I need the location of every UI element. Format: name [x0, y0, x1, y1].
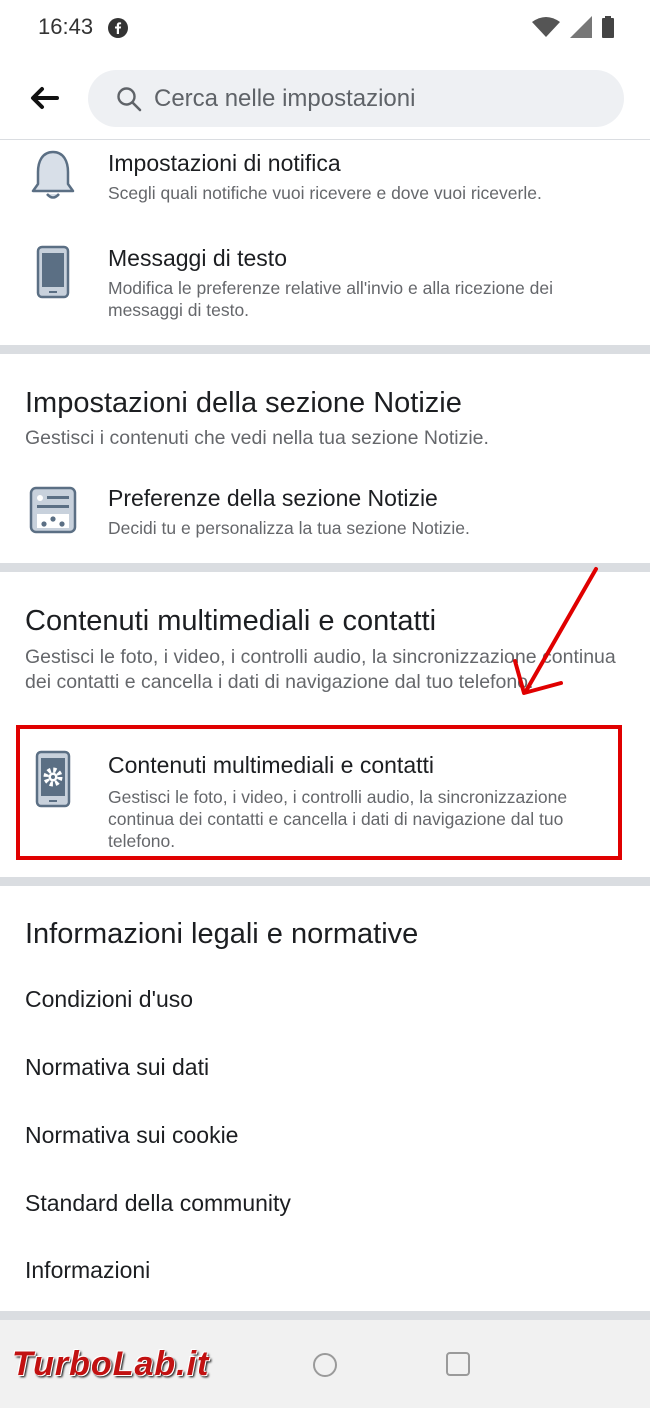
text-messages-item[interactable]: Messaggi di testo Modifica le preferenze…	[0, 235, 650, 335]
section-divider	[0, 1311, 650, 1320]
wifi-icon	[532, 17, 560, 37]
news-section-desc: Gestisci i contenuti che vedi nella tua …	[25, 427, 489, 449]
home-button[interactable]	[313, 1353, 337, 1377]
media-section-title: Contenuti multimediali e contatti	[25, 605, 437, 637]
news-preferences-title: Preferenze della sezione Notizie	[108, 485, 438, 511]
watermark: TurboLab.it	[12, 1345, 210, 1383]
annotation-highlight-box	[16, 725, 622, 860]
text-messages-desc: Modifica le preferenze relative all'invi…	[108, 278, 553, 320]
search-placeholder: Cerca nelle impostazioni	[154, 84, 416, 112]
news-preferences-icon	[26, 483, 80, 537]
text-messages-title: Messaggi di testo	[108, 245, 287, 271]
signal-icon	[570, 16, 592, 38]
back-arrow-icon	[31, 87, 59, 109]
recent-apps-button[interactable]	[446, 1352, 470, 1376]
bell-icon	[26, 148, 80, 202]
news-section-title: Impostazioni della sezione Notizie	[25, 387, 462, 419]
phone-icon	[26, 245, 80, 299]
notification-settings-title: Impostazioni di notifica	[108, 150, 341, 176]
legal-item-terms[interactable]: Condizioni d'uso	[25, 986, 193, 1013]
annotation-arrow-icon	[513, 567, 598, 695]
legal-section-title: Informazioni legali e normative	[25, 918, 419, 950]
notification-settings-desc: Scegli quali notifiche vuoi ricevere e d…	[108, 183, 542, 203]
search-input[interactable]: Cerca nelle impostazioni	[88, 70, 624, 127]
notification-settings-item[interactable]: Impostazioni di notifica Scegli quali no…	[0, 140, 650, 230]
facebook-icon	[108, 18, 128, 38]
battery-icon	[602, 16, 614, 38]
news-preferences-item[interactable]: Preferenze della sezione Notizie Decidi …	[0, 475, 650, 555]
status-icons	[532, 16, 614, 38]
section-divider	[0, 877, 650, 886]
section-divider	[0, 345, 650, 354]
status-time: 16:43	[38, 14, 94, 39]
legal-item-data-policy[interactable]: Normativa sui dati	[25, 1054, 209, 1081]
search-icon	[117, 86, 142, 111]
legal-item-about[interactable]: Informazioni	[25, 1257, 150, 1284]
legal-item-community-standards[interactable]: Standard della community	[25, 1190, 291, 1217]
back-button[interactable]	[22, 78, 66, 118]
legal-item-cookie-policy[interactable]: Normativa sui cookie	[25, 1122, 238, 1149]
news-preferences-desc: Decidi tu e personalizza la tua sezione …	[108, 518, 470, 538]
